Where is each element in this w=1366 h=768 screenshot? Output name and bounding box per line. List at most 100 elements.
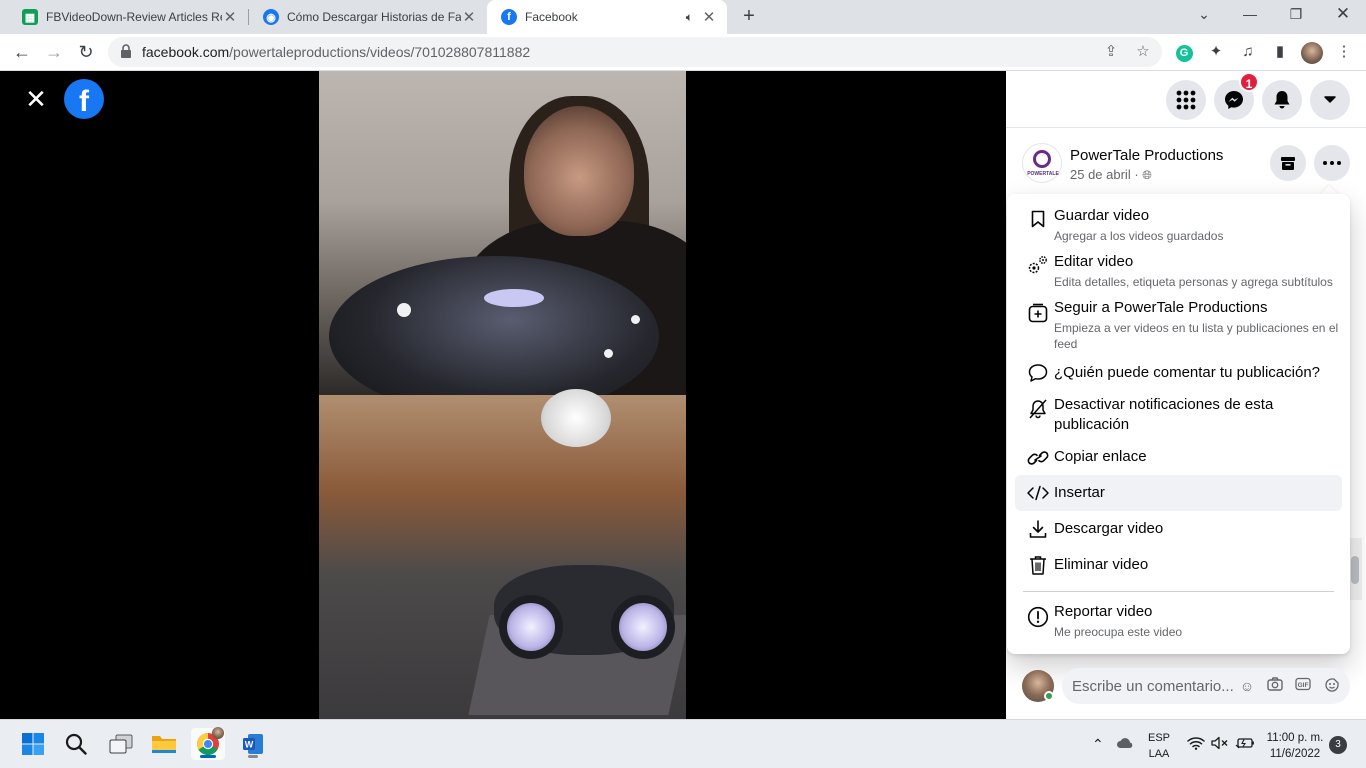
restore-button[interactable]: ❐ (1273, 0, 1319, 30)
messenger-icon: ◉ (263, 9, 279, 25)
search-button[interactable] (59, 728, 93, 760)
sticker-icon[interactable] (1323, 677, 1341, 695)
keyboard-layout: LAA (1148, 748, 1170, 760)
emoji-icon[interactable]: ☺ (1238, 677, 1256, 695)
messenger-icon (1225, 91, 1243, 109)
close-tab-icon[interactable]: ✕ (701, 8, 717, 26)
menu-item-sub: Me preocupa este video (1054, 625, 1183, 639)
word-icon: W (243, 734, 263, 754)
language-indicator[interactable]: ESP LAA (1145, 730, 1173, 762)
menu-item-sub: Agregar a los videos guardados (1054, 229, 1224, 243)
tab-fbvideodown[interactable]: ▦ FBVideoDown-Review Articles Re ✕ (8, 0, 248, 34)
back-button[interactable]: ← (8, 38, 36, 66)
camera-icon[interactable] (1266, 677, 1284, 695)
video-light (484, 289, 544, 307)
onedrive-icon[interactable] (1116, 737, 1134, 754)
alert-icon (1023, 606, 1053, 628)
panel-scrollbar[interactable] (1348, 538, 1362, 600)
archive-box-icon (1281, 157, 1295, 170)
menu-item-label: Eliminar video (1054, 556, 1149, 573)
menu-item-reportar-video[interactable]: Reportar video Me preocupa este video (1015, 596, 1342, 644)
chrome-taskbar-button[interactable] (191, 727, 225, 760)
menu-grid-button[interactable] (1166, 80, 1206, 120)
video-helmet (329, 256, 659, 416)
page-name-link[interactable]: PowerTale Productions (1070, 147, 1223, 164)
menu-item-label: Seguir a PowerTale Productions (1054, 299, 1268, 316)
reload-button[interactable]: ↻ (72, 38, 100, 66)
media-control-icon[interactable]: ♫ (1238, 42, 1258, 62)
menu-item-eliminar-video[interactable]: Eliminar video (1015, 547, 1342, 583)
url-text[interactable]: facebook.com/powertaleproductions/videos… (142, 44, 530, 60)
download-icon (1023, 518, 1053, 540)
link-icon (1023, 447, 1053, 469)
tab-strip: ▦ FBVideoDown-Review Articles Re ✕ ◉ Cóm… (0, 0, 1366, 34)
scrollbar-thumb[interactable] (1351, 556, 1359, 584)
tab-search-icon[interactable]: ⌄ (1181, 0, 1227, 30)
video-light (397, 303, 411, 317)
bell-icon (1274, 91, 1290, 109)
comment-input[interactable]: Escribe un comentario... ☺ GIF (1062, 668, 1350, 704)
close-tab-icon[interactable]: ✕ (222, 8, 238, 26)
profile-avatar[interactable] (1301, 42, 1323, 64)
tray-overflow-icon[interactable]: ⌃ (1092, 736, 1104, 752)
video-frame-bottom (319, 389, 686, 719)
lock-icon[interactable] (120, 44, 132, 58)
start-button[interactable] (16, 728, 50, 760)
menu-item-guardar-video[interactable]: Guardar video Agregar a los videos guard… (1015, 200, 1342, 246)
close-tab-icon[interactable]: ✕ (461, 8, 477, 26)
speaker-icon[interactable]: 🔈︎ (686, 10, 693, 25)
side-panel-icon[interactable]: ▮ (1270, 42, 1290, 62)
wifi-icon[interactable] (1187, 736, 1205, 755)
chrome-menu-icon[interactable]: ⋮ (1334, 42, 1354, 62)
facebook-icon: f (501, 9, 517, 25)
video-player[interactable] (319, 71, 686, 719)
file-explorer-button[interactable] (147, 728, 181, 760)
bookmark-star-icon[interactable]: ☆ (1134, 43, 1152, 61)
page-avatar[interactable]: POWERTALE (1022, 143, 1062, 183)
menu-item-sub: Empieza a ver videos en tu lista y publi… (1054, 321, 1339, 351)
menu-item-label: Copiar enlace (1054, 448, 1147, 465)
post-date[interactable]: 25 de abril · 🌐︎ (1070, 167, 1152, 183)
tab-facebook[interactable]: f Facebook 🔈︎ ✕ (487, 0, 727, 34)
running-indicator (200, 755, 216, 758)
menu-item-label: Descargar video (1054, 520, 1164, 537)
menu-item-desactivar-notificaciones[interactable]: Desactivar notificaciones de esta public… (1015, 390, 1342, 440)
menu-item-quien-comenta[interactable]: ¿Quién puede comentar tu publicación? (1015, 356, 1342, 390)
battery-icon[interactable] (1235, 736, 1255, 755)
extensions-icon[interactable]: ✦ (1206, 42, 1226, 62)
menu-item-seguir[interactable]: Seguir a PowerTale Productions Empieza a… (1015, 292, 1342, 354)
word-taskbar-button[interactable]: W (236, 728, 270, 760)
tab-como-descargar[interactable]: ◉ Cómo Descargar Historias de Fac ✕ (249, 0, 487, 34)
share-icon[interactable]: ⇪ (1102, 43, 1120, 61)
volume-muted-icon[interactable] (1211, 736, 1229, 755)
gif-icon[interactable]: GIF (1294, 677, 1312, 695)
notifications-button[interactable] (1262, 80, 1302, 120)
address-bar[interactable]: facebook.com/powertaleproductions/videos… (108, 37, 1162, 67)
bell-off-icon (1023, 398, 1053, 420)
close-window-button[interactable]: ✕ (1320, 0, 1366, 30)
archive-button[interactable] (1270, 145, 1306, 181)
messenger-badge: 1 (1239, 72, 1259, 92)
clock[interactable]: 11:00 p. m. 11/6/2022 (1262, 730, 1328, 762)
menu-item-label: Guardar video (1054, 207, 1150, 224)
menu-item-descargar-video[interactable]: Descargar video (1015, 511, 1342, 547)
close-viewer-icon[interactable]: ✕ (24, 86, 48, 112)
grammarly-icon[interactable]: G (1174, 42, 1194, 62)
facebook-logo[interactable]: f (64, 79, 104, 119)
forward-button[interactable]: → (40, 38, 68, 66)
menu-item-editar-video[interactable]: Editar video Edita detalles, etiqueta pe… (1015, 246, 1342, 292)
minimize-button[interactable]: — (1227, 0, 1273, 30)
menu-item-insertar[interactable]: Insertar (1015, 475, 1342, 511)
menu-item-copiar-enlace[interactable]: Copiar enlace (1015, 441, 1342, 475)
new-tab-button[interactable]: + (738, 4, 760, 28)
bookmark-icon (1023, 208, 1053, 230)
task-view-button[interactable] (104, 728, 138, 760)
tab-title: Cómo Descargar Historias de Fac (287, 10, 461, 24)
profile-badge (212, 727, 224, 739)
more-dots-icon (1323, 161, 1341, 165)
account-menu-button[interactable] (1310, 80, 1350, 120)
task-view-icon (109, 734, 133, 754)
folder-icon (152, 736, 176, 753)
more-options-button[interactable] (1314, 145, 1350, 181)
notification-count-badge[interactable]: 3 (1329, 736, 1347, 754)
